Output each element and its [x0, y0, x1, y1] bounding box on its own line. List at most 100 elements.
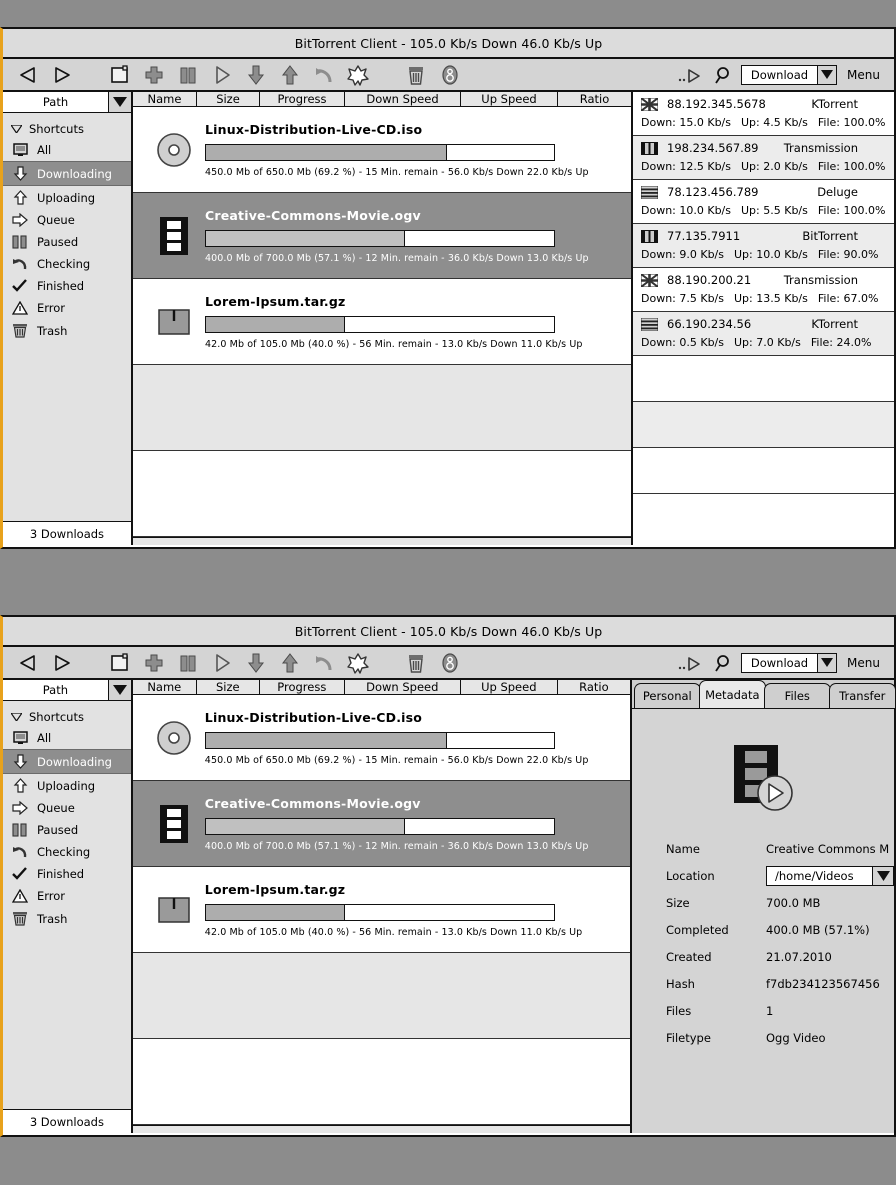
download-arrow-icon[interactable]	[239, 648, 273, 677]
play-icon[interactable]	[205, 60, 239, 89]
column-header-ratio[interactable]: Ratio	[557, 680, 630, 695]
chevron-down-icon[interactable]	[108, 92, 131, 112]
tab-files[interactable]: Files	[764, 683, 831, 708]
sidebar-item-uploading[interactable]: Uploading	[3, 774, 131, 797]
column-header-size[interactable]: Size	[197, 92, 260, 107]
sidebar-item-uploading[interactable]: Uploading	[3, 186, 131, 209]
peer-up: Up: 10.0 Kb/s	[734, 248, 808, 261]
sidebar-item-error[interactable]: Error	[3, 297, 131, 319]
peer-panel: 88.192.345.5678 KTorrent Down: 15.0 Kb/s…	[633, 92, 894, 545]
menu-button[interactable]: Menu	[847, 656, 886, 670]
filter-combo[interactable]: Download	[740, 652, 838, 673]
list-item[interactable]: 78.123.456.789 Deluge Down: 10.0 Kb/s Up…	[633, 180, 894, 224]
pause-bars-icon	[641, 141, 658, 155]
search-icon[interactable]	[707, 60, 741, 89]
sidebar-item-all[interactable]: All	[3, 727, 131, 749]
progress-bar	[204, 731, 555, 749]
cancel-burst-icon[interactable]	[341, 60, 375, 89]
peer-address: 78.123.456.789	[667, 185, 759, 199]
pause-icon[interactable]	[171, 648, 205, 677]
list-item[interactable]: 88.190.200.21 Transmission Down: 7.5 Kb/…	[633, 268, 894, 312]
column-header-down-speed[interactable]: Down Speed	[344, 680, 461, 695]
path-combo[interactable]: Path	[3, 92, 131, 113]
list-item[interactable]: 66.190.234.56 KTorrent Down: 0.5 Kb/s Up…	[633, 312, 894, 356]
back-arrow-icon[interactable]	[11, 60, 45, 89]
column-header-size[interactable]: Size	[196, 680, 260, 695]
list-item[interactable]: 77.135.7911 BitTorrent Down: 9.0 Kb/s Up…	[633, 224, 894, 268]
new-torrent-icon[interactable]	[103, 60, 137, 89]
path-combo[interactable]: Path	[3, 680, 131, 701]
column-header-progress[interactable]: Progress	[259, 680, 345, 695]
skip-play-icon[interactable]	[673, 60, 707, 89]
field-value: 400.0 MB (57.1%)	[766, 922, 870, 937]
table-row[interactable]: Lorem-Ipsum.tar.gz 42.0 Mb of 105.0 Mb (…	[132, 867, 630, 954]
sidebar-group-shortcuts[interactable]: Shortcuts	[3, 119, 131, 139]
undo-icon[interactable]	[307, 648, 341, 677]
metadata-pane: Name Creative Commons M Location /home/V…	[632, 708, 894, 1133]
forward-arrow-icon[interactable]	[45, 60, 79, 89]
trash-icon	[11, 323, 29, 338]
play-icon[interactable]	[205, 648, 239, 677]
list-item[interactable]: 88.192.345.5678 KTorrent Down: 15.0 Kb/s…	[633, 92, 894, 136]
back-arrow-icon[interactable]	[11, 648, 45, 677]
info-icon[interactable]	[433, 648, 467, 677]
column-header-name[interactable]: Name	[132, 680, 197, 695]
upload-arrow-icon[interactable]	[273, 60, 307, 89]
info-icon[interactable]	[433, 60, 467, 89]
tab-transfer[interactable]: Transfer	[829, 683, 896, 708]
sidebar-item-downloading[interactable]: Downloading	[3, 749, 131, 774]
pause-bars-icon	[641, 229, 658, 243]
sidebar-item-finished[interactable]: Finished	[3, 275, 131, 297]
forward-arrow-icon[interactable]	[45, 648, 79, 677]
cancel-burst-icon[interactable]	[341, 648, 375, 677]
table-row[interactable]: Linux-Distribution-Live-CD.iso 450.0 Mb …	[132, 695, 630, 782]
table-row[interactable]: Lorem-Ipsum.tar.gz 42.0 Mb of 105.0 Mb (…	[133, 279, 631, 366]
upload-arrow-icon[interactable]	[273, 648, 307, 677]
sidebar-item-error[interactable]: Error	[3, 885, 131, 907]
sidebar-item-checking[interactable]: Checking	[3, 253, 131, 275]
column-header-up-speed[interactable]: Up Speed	[460, 680, 558, 695]
new-torrent-icon[interactable]	[103, 648, 137, 677]
filter-combo[interactable]: Download	[740, 64, 838, 85]
sidebar-item-trash[interactable]: Trash	[3, 319, 131, 342]
sidebar-item-trash[interactable]: Trash	[3, 907, 131, 930]
table-row[interactable]: Linux-Distribution-Live-CD.iso 450.0 Mb …	[133, 107, 631, 194]
table-row[interactable]: Creative-Commons-Movie.ogv 400.0 Mb of 7…	[132, 781, 630, 868]
sidebar-item-all[interactable]: All	[3, 139, 131, 161]
tab-personal[interactable]: Personal	[634, 683, 701, 708]
sidebar-item-downloading[interactable]: Downloading	[3, 161, 131, 186]
column-header-ratio[interactable]: Ratio	[558, 92, 631, 107]
sidebar-item-queue[interactable]: Queue	[3, 797, 131, 819]
chevron-down-icon[interactable]	[817, 65, 837, 84]
add-plus-icon[interactable]	[137, 60, 171, 89]
search-icon[interactable]	[707, 648, 741, 677]
skip-play-icon[interactable]	[673, 648, 707, 677]
column-header-name[interactable]: Name	[133, 92, 197, 107]
location-combo[interactable]: /home/Videos	[766, 865, 894, 886]
peer-up: Up: 13.5 Kb/s	[734, 292, 808, 305]
column-header-up-speed[interactable]: Up Speed	[461, 92, 558, 107]
sidebar-item-paused[interactable]: Paused	[3, 231, 131, 253]
column-header-progress[interactable]: Progress	[260, 92, 345, 107]
chevron-down-icon[interactable]	[817, 653, 837, 672]
download-arrow-icon[interactable]	[239, 60, 273, 89]
menu-button[interactable]: Menu	[847, 68, 886, 82]
pause-icon[interactable]	[171, 60, 205, 89]
torrent-name: Creative-Commons-Movie.ogv	[204, 795, 421, 811]
sidebar-item-finished[interactable]: Finished	[3, 863, 131, 885]
undo-icon[interactable]	[307, 60, 341, 89]
chevron-down-icon[interactable]	[107, 680, 131, 700]
tab-metadata[interactable]: Metadata	[699, 680, 766, 708]
table-row[interactable]: Creative-Commons-Movie.ogv 400.0 Mb of 7…	[133, 193, 631, 280]
checkmark-icon	[11, 279, 29, 293]
column-header-down-speed[interactable]: Down Speed	[345, 92, 461, 107]
sidebar-item-checking[interactable]: Checking	[3, 841, 131, 863]
sidebar-item-paused[interactable]: Paused	[3, 819, 131, 841]
sidebar-group-shortcuts[interactable]: Shortcuts	[3, 707, 131, 727]
list-item[interactable]: 198.234.567.89 Transmission Down: 12.5 K…	[633, 136, 894, 180]
trash-icon[interactable]	[399, 60, 433, 89]
chevron-down-icon[interactable]	[872, 866, 893, 885]
sidebar-item-queue[interactable]: Queue	[3, 209, 131, 231]
add-plus-icon[interactable]	[137, 648, 171, 677]
trash-icon[interactable]	[399, 648, 433, 677]
